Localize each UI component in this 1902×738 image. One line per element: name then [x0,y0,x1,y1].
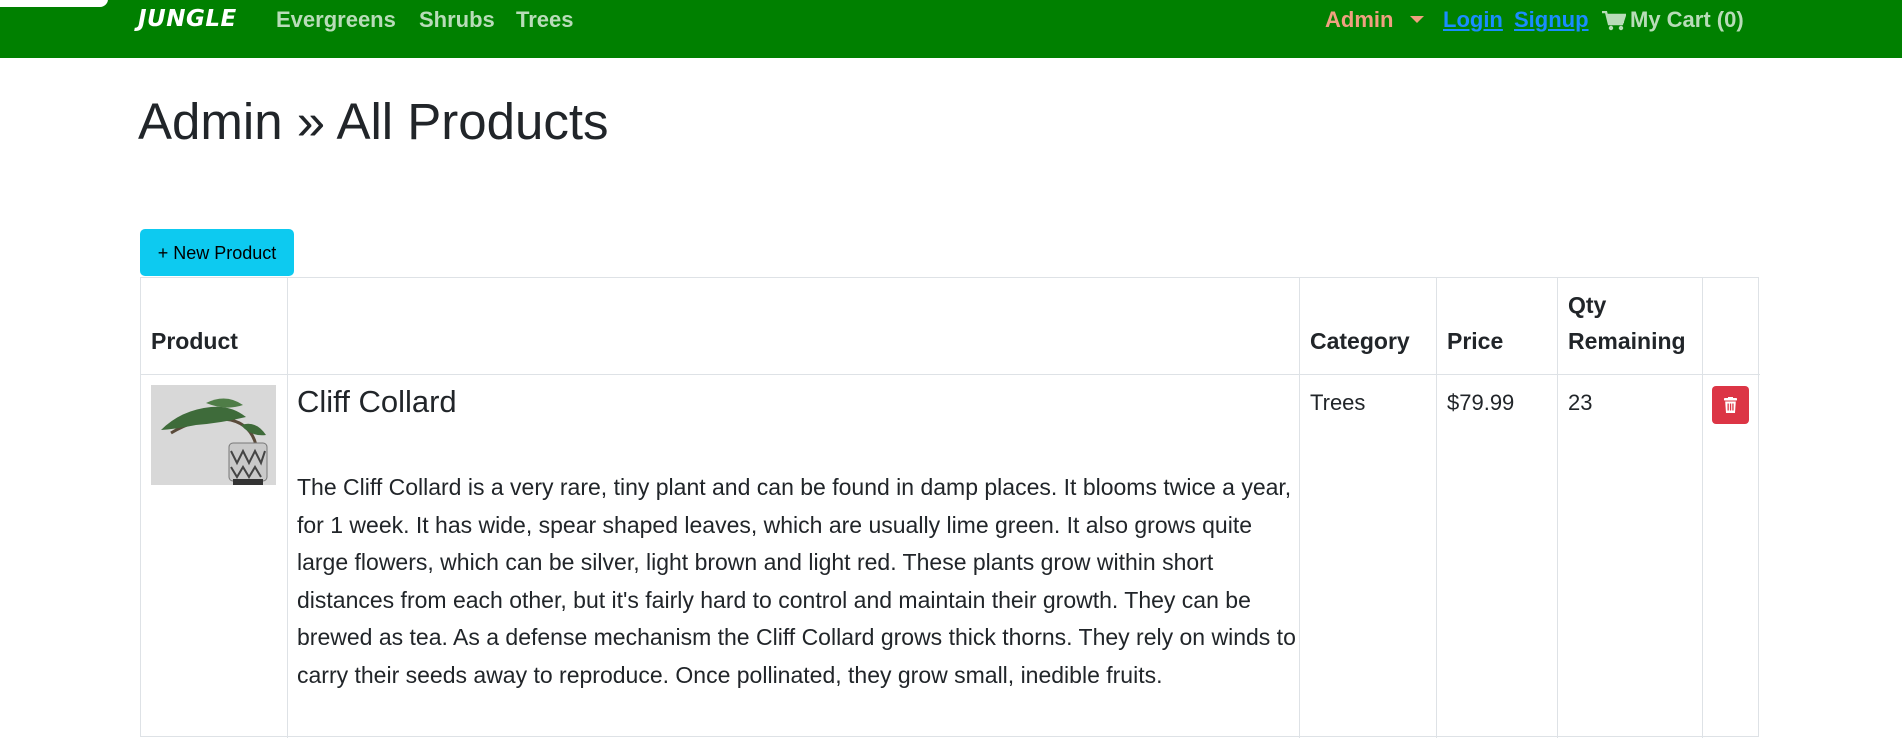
column-divider [1436,278,1437,738]
nav-link-trees[interactable]: Trees [516,7,574,33]
navbar-corner-tab [0,0,108,7]
nav-link-shrubs[interactable]: Shrubs [419,7,495,33]
cart-icon [1602,11,1626,31]
product-thumbnail [151,385,276,485]
navbar: JUNGLE Evergreens Shrubs Trees Admin Log… [0,0,1902,58]
header-remaining: Remaining [1568,328,1686,354]
delete-product-button[interactable] [1712,386,1749,424]
signup-link[interactable]: Signup [1514,7,1589,33]
header-divider [141,374,1760,375]
trash-icon [1724,397,1737,413]
column-divider [1299,278,1300,738]
nav-link-evergreens[interactable]: Evergreens [276,7,396,33]
product-price: $79.99 [1447,390,1515,415]
brand-logo[interactable]: JUNGLE [138,6,237,32]
cart-label: My Cart (0) [1630,7,1744,32]
product-description: The Cliff Collard is a very rare, tiny p… [297,474,1296,688]
login-link[interactable]: Login [1443,7,1503,33]
column-divider [287,278,288,738]
product-qty: 23 [1568,390,1593,415]
column-divider [1702,278,1703,738]
header-category: Category [1310,328,1410,354]
product-name[interactable]: Cliff Collard [297,384,457,420]
header-product: Product [151,328,238,354]
page-title: Admin » All Products [138,93,609,150]
bonsai-image [151,385,276,485]
header-qty: Qty [1568,292,1607,318]
header-price: Price [1447,328,1504,354]
admin-dropdown[interactable]: Admin [1325,7,1393,33]
column-divider [1557,278,1558,738]
new-product-button[interactable]: + New Product [140,229,294,276]
products-table: Product Category Price Qty Remaining Cli… [140,277,1760,738]
caret-down-icon[interactable] [1410,16,1424,23]
product-category: Trees [1310,390,1366,415]
